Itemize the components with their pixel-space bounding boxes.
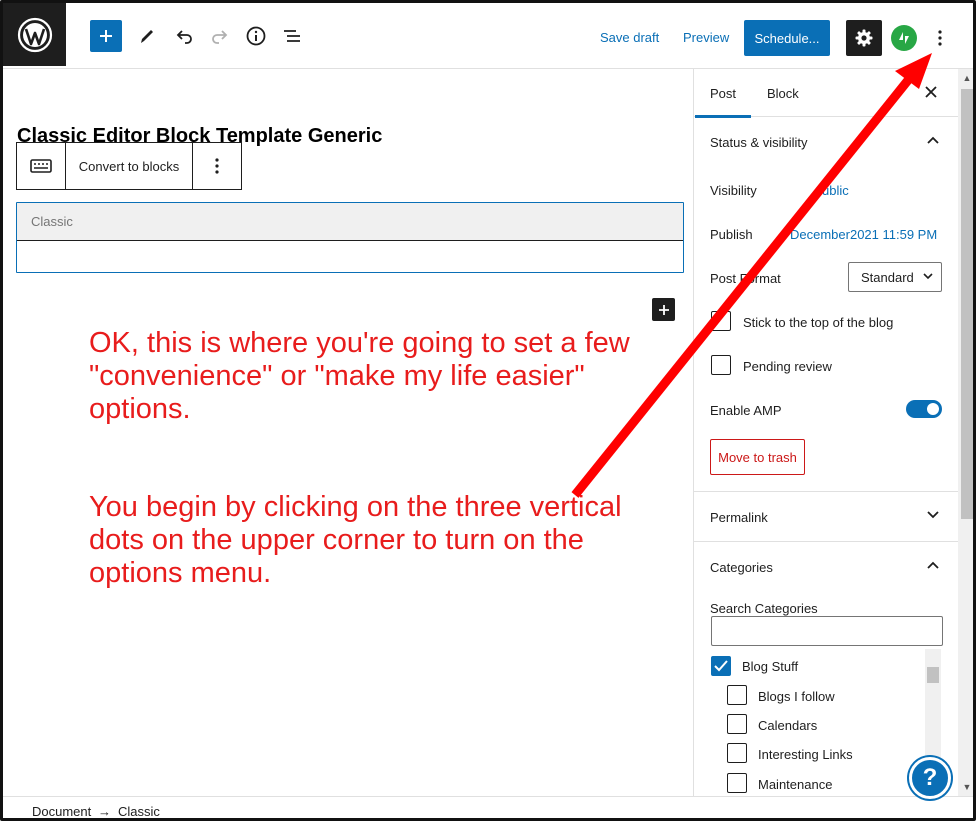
- search-categories-input[interactable]: [711, 616, 943, 646]
- annotation-text-2: You begin by clicking on the three verti…: [89, 491, 622, 589]
- tab-block[interactable]: Block: [767, 86, 799, 101]
- breadcrumb-classic[interactable]: Classic: [118, 804, 160, 818]
- schedule-button[interactable]: Schedule...: [744, 20, 830, 56]
- category-label: Interesting Links: [758, 747, 853, 762]
- category-label: Blog Stuff: [742, 659, 799, 674]
- chevron-down-icon: [923, 273, 933, 280]
- settings-gear-icon[interactable]: [846, 20, 882, 56]
- permalink-header[interactable]: Permalink: [694, 492, 958, 542]
- window-scrollbar[interactable]: ▲ ▼: [958, 69, 973, 796]
- tab-post[interactable]: Post: [694, 86, 752, 118]
- stick-to-top-checkbox[interactable]: [711, 311, 731, 331]
- close-icon[interactable]: [922, 83, 940, 101]
- enable-amp-label: Enable AMP: [710, 403, 782, 418]
- add-block-button[interactable]: [90, 20, 122, 52]
- category-checkbox[interactable]: [727, 685, 747, 705]
- breadcrumb: Document → Classic: [3, 796, 973, 819]
- jetpack-icon[interactable]: [891, 25, 917, 51]
- stick-to-top-label: Stick to the top of the blog: [743, 315, 894, 330]
- publish-date-link[interactable]: December2021 11:59 PM: [790, 227, 937, 242]
- classic-block[interactable]: Classic: [16, 202, 684, 273]
- move-to-trash-button[interactable]: Move to trash: [710, 439, 805, 475]
- checkmark-icon: [714, 660, 728, 672]
- enable-amp-toggle[interactable]: [906, 400, 942, 418]
- breadcrumb-document[interactable]: Document: [32, 804, 91, 818]
- pending-review-label: Pending review: [743, 359, 832, 374]
- help-question-icon[interactable]: ?: [909, 757, 951, 799]
- editor-canvas: Classic Editor Block Template Generic Co…: [3, 69, 693, 796]
- post-format-select[interactable]: Standard: [848, 262, 942, 292]
- post-format-value: Standard: [861, 269, 914, 285]
- convert-to-blocks-label: Convert to blocks: [78, 158, 180, 174]
- publish-label: Publish: [710, 227, 753, 242]
- annotation-text-1: OK, this is where you're going to set a …: [89, 327, 630, 425]
- classic-block-header: Classic: [17, 203, 683, 241]
- sidebar-tabs: Post Block: [694, 69, 958, 118]
- scrollbar-thumb[interactable]: [927, 667, 939, 683]
- options-menu-icon[interactable]: [928, 23, 952, 53]
- list-view-icon[interactable]: [276, 20, 308, 52]
- scrollbar-thumb[interactable]: [961, 89, 973, 519]
- category-checkbox[interactable]: [727, 714, 747, 734]
- category-checkbox[interactable]: [711, 656, 731, 676]
- pending-review-checkbox[interactable]: [711, 355, 731, 375]
- status-visibility-header[interactable]: Status & visibility: [694, 117, 958, 167]
- visibility-value-link[interactable]: ublic: [822, 183, 849, 198]
- info-icon[interactable]: [240, 20, 272, 52]
- chevron-up-icon: [927, 136, 939, 144]
- search-categories-label: Search Categories: [710, 601, 818, 616]
- breadcrumb-separator: →: [98, 804, 111, 819]
- chevron-down-icon: [927, 511, 939, 519]
- categories-label: Categories: [710, 559, 773, 575]
- save-draft-button[interactable]: Save draft: [600, 30, 659, 45]
- scroll-down-arrow-icon[interactable]: ▼: [962, 782, 972, 792]
- keyboard-icon[interactable]: [17, 143, 66, 189]
- visibility-label: Visibility: [710, 183, 757, 198]
- categories-header[interactable]: Categories: [694, 542, 958, 592]
- pencil-icon[interactable]: [131, 20, 163, 52]
- wordpress-logo-icon[interactable]: [3, 3, 66, 66]
- editor-top-bar: Save draft Preview Schedule...: [3, 3, 973, 69]
- redo-icon[interactable]: [204, 20, 236, 52]
- category-checkbox[interactable]: [727, 743, 747, 763]
- settings-sidebar: Post Block Status & visibility Visibilit…: [693, 69, 958, 796]
- scroll-up-arrow-icon[interactable]: ▲: [962, 73, 972, 83]
- undo-icon[interactable]: [168, 20, 200, 52]
- category-checkbox[interactable]: [727, 773, 747, 793]
- window-frame: Save draft Preview Schedule... Classic E…: [0, 0, 976, 821]
- category-label: Blogs I follow: [758, 689, 835, 704]
- convert-to-blocks-button[interactable]: Convert to blocks: [66, 143, 193, 189]
- chevron-up-icon: [927, 561, 939, 569]
- block-appender-plus-icon[interactable]: [652, 298, 675, 321]
- status-visibility-label: Status & visibility: [710, 134, 808, 150]
- category-label: Maintenance: [758, 777, 833, 792]
- preview-button[interactable]: Preview: [683, 30, 729, 45]
- permalink-label: Permalink: [710, 509, 768, 525]
- block-toolbar: Convert to blocks: [16, 142, 242, 190]
- category-label: Calendars: [758, 718, 818, 733]
- block-options-icon[interactable]: [193, 143, 241, 189]
- post-format-label: Post Format: [710, 271, 781, 286]
